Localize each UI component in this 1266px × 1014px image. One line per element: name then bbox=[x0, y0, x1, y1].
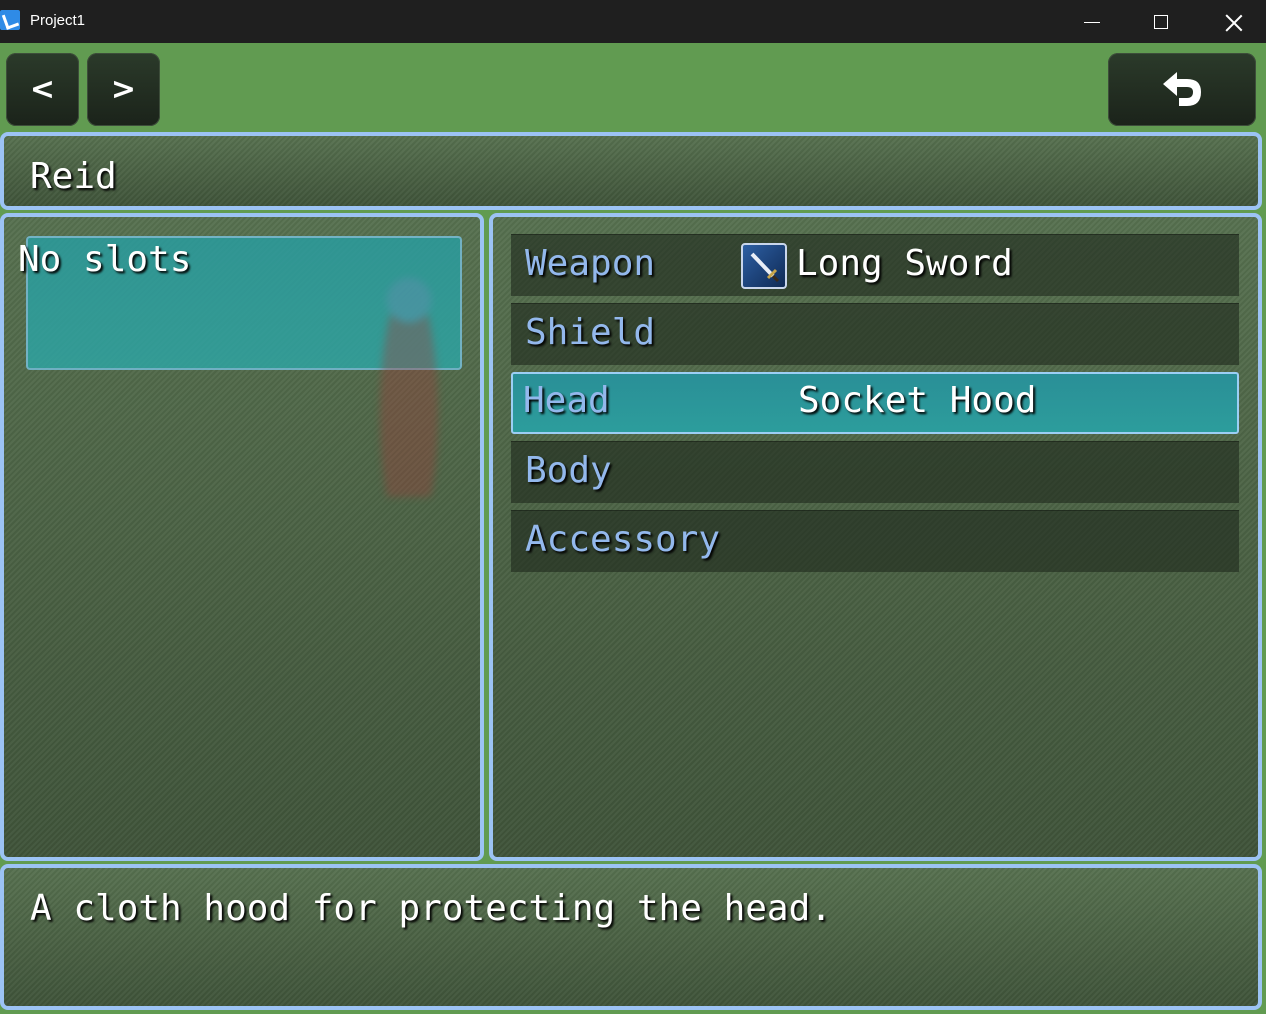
equip-row-body[interactable]: Body bbox=[511, 441, 1239, 503]
equip-row-shield[interactable]: Shield bbox=[511, 303, 1239, 365]
maximize-icon bbox=[1154, 15, 1168, 29]
slot-label: Head bbox=[523, 380, 610, 421]
equip-row-weapon[interactable]: Weapon Long Sword bbox=[511, 234, 1239, 296]
previous-actor-button[interactable]: < bbox=[6, 53, 79, 126]
app-icon bbox=[0, 10, 20, 30]
no-slots-label: No slots bbox=[18, 239, 192, 280]
slot-label: Body bbox=[525, 450, 612, 491]
close-button[interactable] bbox=[1202, 0, 1266, 43]
character-sprite bbox=[374, 257, 444, 497]
slots-window: No slots bbox=[0, 213, 484, 861]
next-actor-button[interactable]: > bbox=[87, 53, 160, 126]
equip-row-accessory[interactable]: Accessory bbox=[511, 510, 1239, 572]
title-bar: Project1 bbox=[0, 0, 1266, 43]
equipment-window: Weapon Long Sword Shield Head Socket Hoo… bbox=[489, 213, 1262, 861]
item-name: Socket Hood bbox=[798, 380, 1037, 421]
help-window: A cloth hood for protecting the head. bbox=[0, 864, 1262, 1010]
window-title: Project1 bbox=[30, 12, 86, 29]
item-name: Long Sword bbox=[796, 243, 1013, 284]
minimize-icon bbox=[1084, 22, 1100, 23]
sword-icon bbox=[741, 243, 787, 289]
help-text: A cloth hood for protecting the head. bbox=[30, 888, 832, 929]
actor-name: Reid bbox=[30, 156, 117, 197]
back-button[interactable] bbox=[1108, 53, 1256, 126]
equip-row-head[interactable]: Head Socket Hood bbox=[511, 372, 1239, 434]
slot-label: Weapon bbox=[525, 243, 656, 284]
slot-label: Accessory bbox=[525, 519, 721, 560]
minimize-button[interactable] bbox=[1060, 0, 1124, 43]
maximize-button[interactable] bbox=[1130, 0, 1194, 43]
return-arrow-icon bbox=[1163, 71, 1201, 106]
slot-label: Shield bbox=[525, 312, 656, 353]
actor-name-window: Reid bbox=[0, 132, 1262, 210]
